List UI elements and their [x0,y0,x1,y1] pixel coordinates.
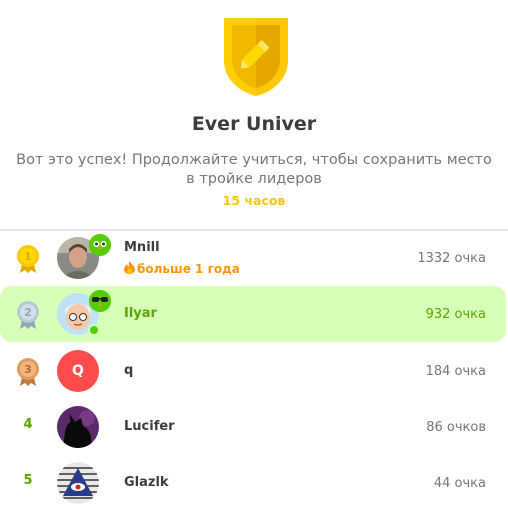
avatar[interactable] [57,462,99,504]
user-name[interactable]: Glazlk [124,475,169,490]
svg-text:3: 3 [24,363,32,376]
xp-value: 86 очков [426,420,486,435]
leaderboard-row[interactable]: 5 Glazlk 44 очка [0,455,508,511]
xp-value: 44 очка [433,476,486,491]
league-subtitle: Вот это успех! Продолжайте учиться, чтоб… [16,152,492,187]
xp-value: 932 очка [425,307,486,322]
xp-value: 184 очка [425,364,486,379]
league-title: Ever Univer [191,113,317,135]
time-left: 15 часов [222,193,286,208]
leaderboard-row[interactable]: 4 Lucifer 86 очков [0,399,508,455]
owl-badge-icon [89,234,111,256]
owl-sunglasses-badge-icon [89,290,111,312]
fire-icon [124,261,135,277]
svg-text:2: 2 [24,306,32,319]
leaderboard-row[interactable]: 3 Q q 184 очка [0,343,508,399]
user-name[interactable]: Mnill [124,240,160,255]
silver-medal-icon: 2 [14,300,42,329]
svg-text:1: 1 [24,250,32,263]
streak: больше 1 года [124,261,240,277]
bronze-medal-icon: 3 [14,357,42,386]
gold-medal-icon: 1 [14,244,42,273]
league-shield-icon [220,14,292,98]
rank-number: 4 [23,417,33,432]
avatar[interactable]: Q [57,350,99,392]
leaderboard-row-current-user[interactable]: 2 Ilyar 932 очка [0,286,506,342]
user-name[interactable]: q [124,363,133,378]
leaderboard-row[interactable]: 1 Mnill больше 1 года 1332 очка [0,230,508,286]
xp-value: 1332 очка [417,251,486,266]
user-name[interactable]: Ilyar [124,306,157,321]
rank-number: 5 [23,473,33,488]
streak-label: больше 1 года [137,262,240,276]
avatar[interactable] [57,406,99,448]
online-status-dot [88,324,100,336]
user-name[interactable]: Lucifer [124,419,175,434]
